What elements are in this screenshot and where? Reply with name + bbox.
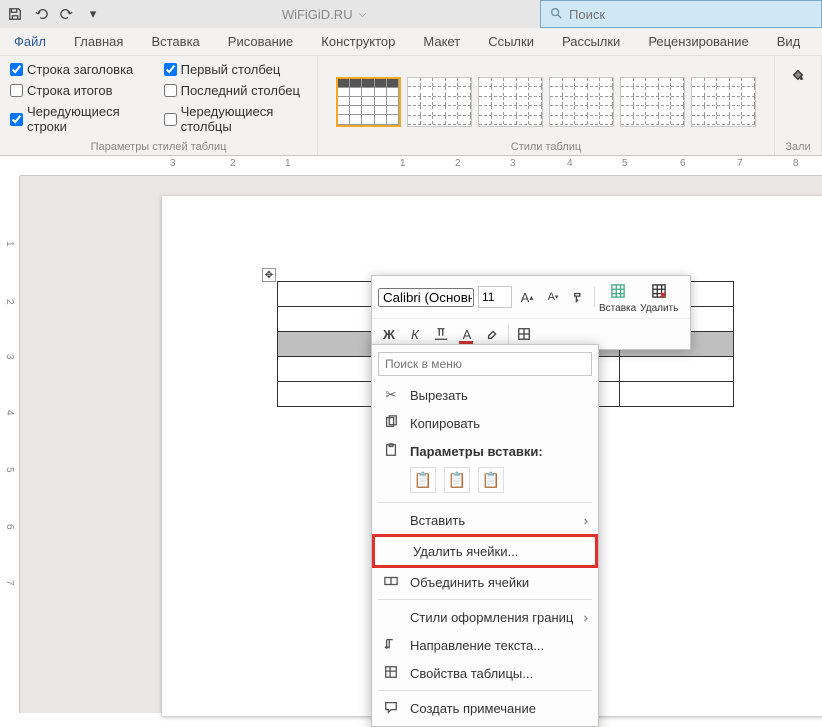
- style-thumb[interactable]: [620, 77, 685, 127]
- ctx-insert[interactable]: Вставить ›: [372, 506, 598, 534]
- search-input[interactable]: [569, 7, 813, 22]
- document-title: WiFiGiD.RU: [282, 7, 353, 22]
- table-styles-gallery[interactable]: [328, 77, 764, 127]
- tab-view[interactable]: Вид: [763, 28, 815, 56]
- clipboard-icon: [382, 443, 400, 460]
- ribbon-tabs: Файл Главная Вставка Рисование Конструкт…: [0, 28, 822, 56]
- vertical-ruler[interactable]: 1 2 3 4 5 6 7: [0, 176, 20, 713]
- ctx-text-direction[interactable]: Направление текста...: [372, 631, 598, 659]
- ribbon-group-label: Стили таблиц: [511, 141, 581, 153]
- borders-icon[interactable]: [513, 323, 535, 345]
- chk-banded-columns[interactable]: Чередующиеся столбцы: [164, 104, 307, 134]
- grow-font-icon[interactable]: A▴: [516, 286, 538, 308]
- table-move-handle-icon[interactable]: ✥: [262, 268, 276, 282]
- copy-icon: [382, 415, 400, 432]
- ribbon: Строка заголовка Строка итогов Чередующи…: [0, 56, 822, 156]
- chk-header-row[interactable]: Строка заголовка: [10, 62, 144, 77]
- font-size-input[interactable]: [478, 286, 512, 308]
- merge-cells-icon: [382, 574, 400, 591]
- chevron-right-icon: ›: [584, 513, 588, 528]
- search-icon: [549, 6, 563, 23]
- chk-total-row[interactable]: Строка итогов: [10, 83, 144, 98]
- ctx-delete-cells[interactable]: Удалить ячейки...: [372, 534, 598, 568]
- delete-button[interactable]: Удалить: [640, 280, 678, 314]
- chk-first-column[interactable]: Первый столбец: [164, 62, 307, 77]
- comment-icon: [382, 700, 400, 717]
- ctx-table-properties[interactable]: Свойства таблицы...: [372, 659, 598, 687]
- style-thumb[interactable]: [336, 77, 401, 127]
- ctx-border-styles[interactable]: Стили оформления границ ›: [372, 603, 598, 631]
- menu-search-input[interactable]: [378, 352, 592, 376]
- horizontal-ruler[interactable]: 3 2 1 1 2 3 4 5 6 7 8: [20, 156, 822, 176]
- ctx-cut[interactable]: ✂ Вырезать: [372, 381, 598, 409]
- ctx-merge-cells[interactable]: Объединить ячейки: [372, 568, 598, 596]
- ctx-new-comment[interactable]: Создать примечание: [372, 694, 598, 722]
- font-color-icon[interactable]: A: [456, 323, 478, 345]
- paste-options-icons: 📋 📋 📋: [372, 465, 598, 499]
- quick-access-toolbar: ▾: [0, 5, 108, 23]
- tab-mailings[interactable]: Рассылки: [548, 28, 634, 56]
- chk-banded-rows[interactable]: Чередующиеся строки: [10, 104, 144, 134]
- tab-references[interactable]: Ссылки: [474, 28, 548, 56]
- table-insert-icon: [605, 280, 631, 302]
- ribbon-group-label: Параметры стилей таблиц: [10, 141, 307, 153]
- style-thumb[interactable]: [407, 77, 472, 127]
- tab-layout[interactable]: Макет: [409, 28, 474, 56]
- tab-design[interactable]: Конструктор: [307, 28, 409, 56]
- text-direction-icon: [382, 637, 400, 654]
- ribbon-group-label: Зали: [785, 141, 811, 153]
- style-thumb[interactable]: [549, 77, 614, 127]
- insert-button[interactable]: Вставка: [599, 280, 636, 314]
- table-delete-icon: [646, 280, 672, 302]
- table-properties-icon: [382, 665, 400, 682]
- redo-icon[interactable]: [58, 5, 76, 23]
- italic-button[interactable]: К: [404, 323, 426, 345]
- ctx-paste-options-header: Параметры вставки:: [372, 437, 598, 465]
- ribbon-group-fill: Зали: [774, 56, 822, 155]
- style-thumb[interactable]: [691, 77, 756, 127]
- scissors-icon: ✂: [382, 387, 400, 403]
- highlight-icon[interactable]: [482, 323, 504, 345]
- format-painter-icon[interactable]: [568, 286, 590, 308]
- tab-draw[interactable]: Рисование: [214, 28, 307, 56]
- paste-text-only-icon[interactable]: 📋: [478, 467, 504, 493]
- tab-home[interactable]: Главная: [60, 28, 137, 56]
- ribbon-group-table-styles: Стили таблиц: [318, 56, 774, 155]
- title-bar: ▾ WiFiGiD.RU ⌵: [0, 0, 822, 28]
- undo-icon[interactable]: [32, 5, 50, 23]
- shading-icon[interactable]: [791, 68, 805, 85]
- bold-button[interactable]: Ж: [378, 323, 400, 345]
- chk-last-column[interactable]: Последний столбец: [164, 83, 307, 98]
- underline-icon[interactable]: [430, 323, 452, 345]
- search-box[interactable]: [540, 0, 822, 28]
- tab-file[interactable]: Файл: [0, 28, 60, 56]
- mini-toolbar: A▴ A▾ Вставка Удалить Ж К A: [371, 275, 691, 350]
- ribbon-group-table-style-options: Строка заголовка Строка итогов Чередующи…: [0, 56, 318, 155]
- title-dropdown-icon[interactable]: ⌵: [359, 9, 367, 20]
- style-thumb[interactable]: [478, 77, 543, 127]
- font-select[interactable]: [378, 288, 474, 307]
- customize-qat-icon[interactable]: ▾: [84, 5, 102, 23]
- save-icon[interactable]: [6, 5, 24, 23]
- paste-merge-formatting-icon[interactable]: 📋: [444, 467, 470, 493]
- tab-insert[interactable]: Вставка: [137, 28, 213, 56]
- tab-review[interactable]: Рецензирование: [634, 28, 762, 56]
- paste-keep-formatting-icon[interactable]: 📋: [410, 467, 436, 493]
- shrink-font-icon[interactable]: A▾: [542, 286, 564, 308]
- chevron-right-icon: ›: [584, 610, 588, 625]
- ctx-copy[interactable]: Копировать: [372, 409, 598, 437]
- context-menu: ✂ Вырезать Копировать Параметры вставки:…: [371, 344, 599, 727]
